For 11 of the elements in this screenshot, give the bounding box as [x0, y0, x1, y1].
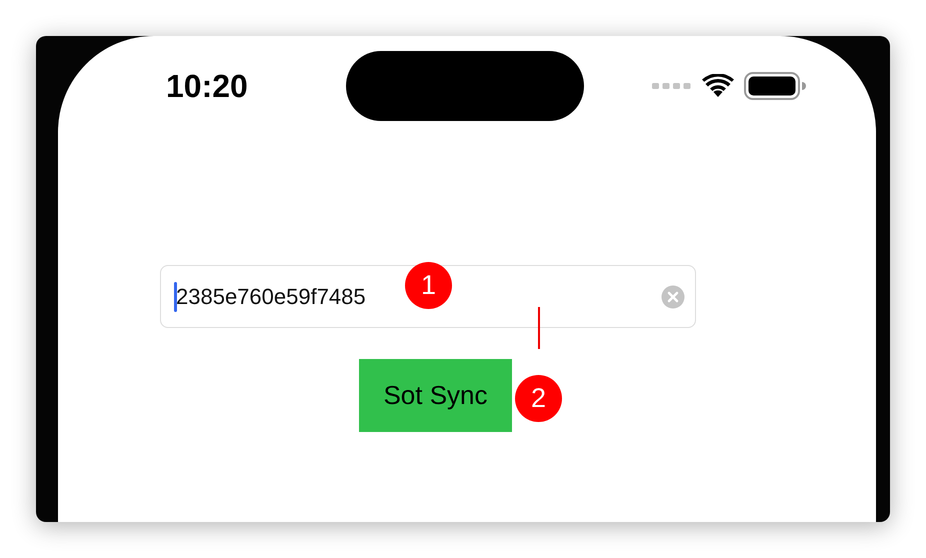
signal-icon — [652, 82, 692, 90]
annotation-badge: 2 — [515, 375, 562, 422]
wifi-icon — [702, 74, 734, 98]
battery-icon — [744, 72, 806, 100]
status-time: 10:20 — [166, 68, 249, 104]
text-input-field[interactable]: 2385e760e59f7485 1 — [160, 265, 696, 328]
annotation-badge: 1 — [405, 262, 452, 309]
clear-icon[interactable] — [661, 284, 685, 308]
input-value: 2385e760e59f7485 — [176, 284, 366, 310]
sync-button[interactable]: Sot Sync — [359, 359, 512, 432]
leader-line — [538, 307, 540, 349]
